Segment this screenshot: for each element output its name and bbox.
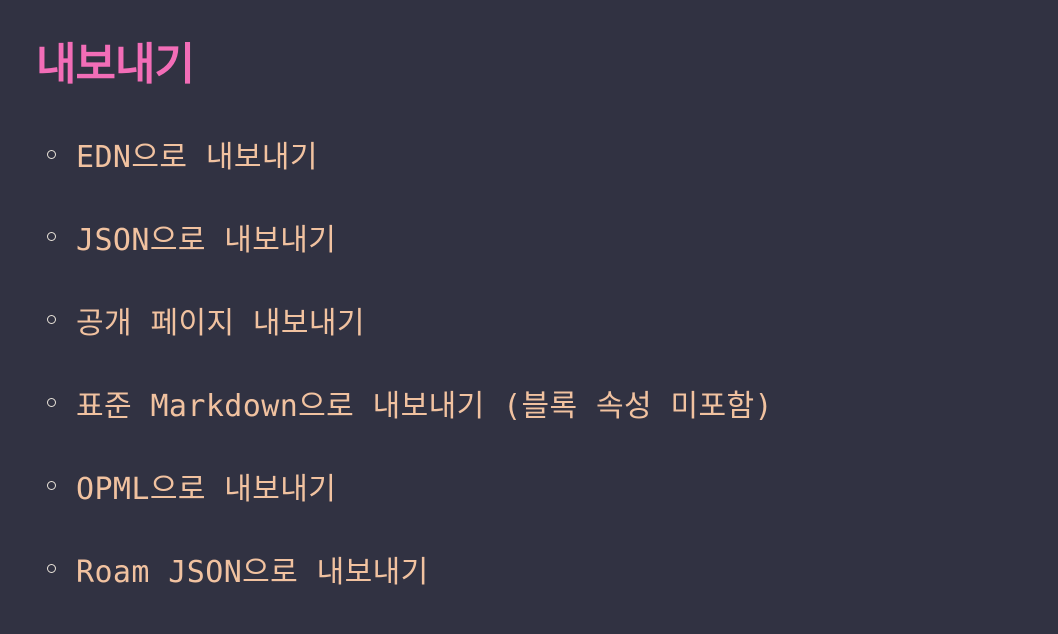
circle-bullet-icon <box>47 481 56 490</box>
export-edn-option[interactable]: EDN으로 내보내기 <box>36 113 1058 195</box>
circle-bullet-icon <box>47 398 56 407</box>
export-option-label: 공개 페이지 내보내기 <box>76 305 365 341</box>
export-opml-option[interactable]: OPML으로 내보내기 <box>36 444 1058 527</box>
circle-bullet-icon <box>47 232 56 241</box>
export-option-label: OPML으로 내보내기 <box>76 471 337 507</box>
export-dialog: 내보내기 EDN으로 내보내기 JSON으로 내보내기 공개 페이지 내보내기 … <box>0 0 1058 634</box>
export-options-list: EDN으로 내보내기 JSON으로 내보내기 공개 페이지 내보내기 표준 Ma… <box>36 113 1058 610</box>
page-title: 내보내기 <box>36 39 195 90</box>
export-roam-json-option[interactable]: Roam JSON으로 내보내기 <box>36 527 1058 610</box>
circle-bullet-icon <box>47 315 56 324</box>
export-option-label: EDN으로 내보내기 <box>76 140 318 175</box>
export-option-label: JSON으로 내보내기 <box>76 222 337 258</box>
export-option-label: 표준 Markdown으로 내보내기 (블록 속성 미포함) <box>76 388 773 424</box>
circle-bullet-icon <box>47 564 56 573</box>
export-public-pages-option[interactable]: 공개 페이지 내보내기 <box>36 278 1058 361</box>
export-json-option[interactable]: JSON으로 내보내기 <box>36 195 1058 278</box>
export-option-label: Roam JSON으로 내보내기 <box>76 554 429 590</box>
export-markdown-option[interactable]: 표준 Markdown으로 내보내기 (블록 속성 미포함) <box>36 361 1058 444</box>
circle-bullet-icon <box>47 149 56 159</box>
